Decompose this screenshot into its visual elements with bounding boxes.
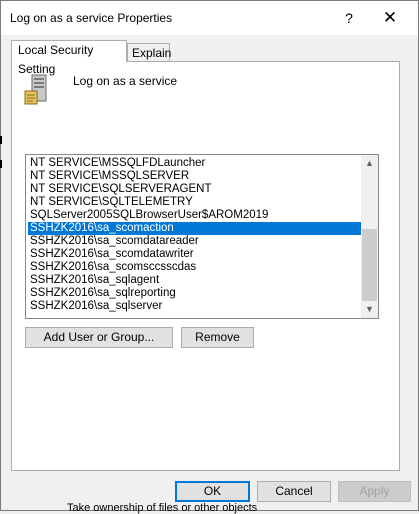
policy-name: Log on as a service <box>73 74 178 88</box>
list-item-selected[interactable]: SSHZK2016\sa_scomaction <box>28 222 362 235</box>
ok-button[interactable]: OK <box>175 481 250 502</box>
close-icon[interactable]: ✕ <box>378 6 402 30</box>
tab-explain[interactable]: Explain <box>127 43 171 62</box>
list-item[interactable]: SSHZK2016\sa_sqlserver <box>28 300 362 313</box>
list-item[interactable]: SSHZK2016\sa_sqlreporting <box>28 287 362 300</box>
list-item[interactable]: SSHZK2016\sa_sqlagent <box>28 274 362 287</box>
background-policy-text: Take ownership of files or other objects <box>67 502 258 514</box>
properties-dialog: Log on as a service Properties ? ✕ Local… <box>0 0 419 511</box>
background-window-edge <box>0 136 2 144</box>
scroll-down-icon[interactable]: ▼ <box>361 301 378 318</box>
list-item[interactable]: SSHZK2016\sa_scomdatawriter <box>28 248 362 261</box>
cancel-button[interactable]: Cancel <box>257 481 331 502</box>
title-bar[interactable]: Log on as a service Properties ? ✕ <box>1 1 418 35</box>
remove-button[interactable]: Remove <box>181 327 254 348</box>
dialog-title: Log on as a service Properties <box>10 11 173 25</box>
scroll-thumb[interactable] <box>362 229 377 301</box>
list-item[interactable]: NT SERVICE\MSSQLSERVER <box>28 170 362 183</box>
list-item[interactable]: SQLServer2005SQLBrowserUser$AROM2019 <box>28 209 362 222</box>
list-item[interactable]: SSHZK2016\sa_scomdatareader <box>28 235 362 248</box>
list-item[interactable]: NT SERVICE\SQLSERVERAGENT <box>28 183 362 196</box>
background-window-edge <box>0 160 2 168</box>
tab-local-security-setting[interactable]: Local Security Setting <box>11 40 127 76</box>
list-item[interactable]: SSHZK2016\sa_scomsccsscdas <box>28 261 362 274</box>
list-item[interactable]: NT SERVICE\MSSQLFDLauncher <box>28 157 362 170</box>
add-user-or-group-button[interactable]: Add User or Group... <box>25 327 173 348</box>
list-item[interactable]: NT SERVICE\SQLTELEMETRY <box>28 196 362 209</box>
vertical-scrollbar[interactable]: ▲ ▼ <box>361 155 378 318</box>
account-listbox[interactable]: NT SERVICE\MSSQLFDLauncher NT SERVICE\MS… <box>25 154 379 319</box>
apply-button[interactable]: Apply <box>338 481 411 502</box>
help-icon[interactable]: ? <box>337 6 361 30</box>
scroll-up-icon[interactable]: ▲ <box>361 155 378 172</box>
